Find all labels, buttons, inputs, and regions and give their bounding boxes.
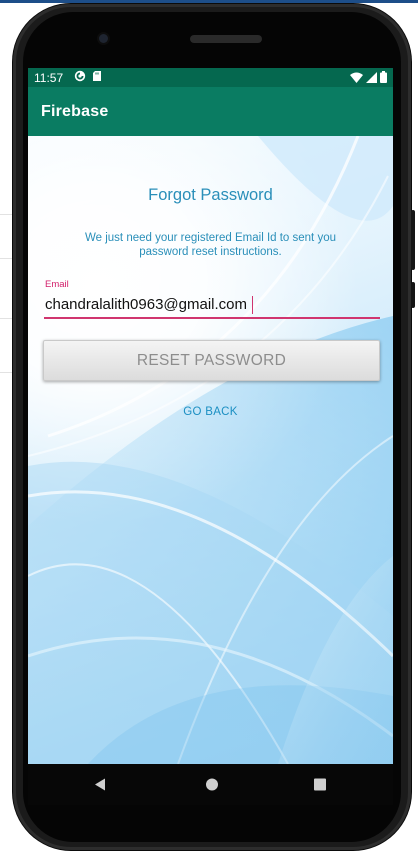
sd-card-icon <box>93 71 101 81</box>
status-notification-icons <box>74 70 102 82</box>
app-title: Firebase <box>41 103 109 120</box>
recents-icon <box>314 778 326 791</box>
text-cursor <box>252 296 253 314</box>
home-button[interactable] <box>181 764 241 805</box>
app-toolbar: Firebase <box>28 87 393 136</box>
email-field[interactable] <box>44 292 380 319</box>
front-camera <box>99 34 108 43</box>
email-label: Email <box>45 279 69 290</box>
home-icon <box>206 778 218 791</box>
status-bar: 11:57 <box>28 68 393 87</box>
phone-screen: 11:57 Firebase Forgot Password We just n… <box>28 68 393 805</box>
instructions-text: We just need your registered Email Id to… <box>84 232 336 258</box>
go-back-link[interactable]: GO BACK <box>28 406 393 418</box>
forgot-password-screen: Forgot Password We just need your regist… <box>28 136 393 764</box>
volume-button[interactable] <box>411 210 415 270</box>
wifi-icon <box>350 72 363 83</box>
cell-signal-icon <box>366 71 377 83</box>
power-button[interactable] <box>411 282 415 308</box>
status-time: 11:57 <box>34 71 64 85</box>
recents-button[interactable] <box>289 764 349 805</box>
sync-icon <box>74 70 86 82</box>
desktop-top-bar <box>0 0 418 3</box>
status-system-icons <box>350 71 387 83</box>
back-icon <box>95 778 105 791</box>
battery-icon <box>380 71 387 83</box>
back-button[interactable] <box>73 764 133 805</box>
reset-password-button[interactable]: RESET PASSWORD <box>43 340 380 381</box>
page-title: Forgot Password <box>148 186 273 204</box>
navigation-bar <box>28 764 393 805</box>
earpiece-speaker <box>190 35 262 43</box>
